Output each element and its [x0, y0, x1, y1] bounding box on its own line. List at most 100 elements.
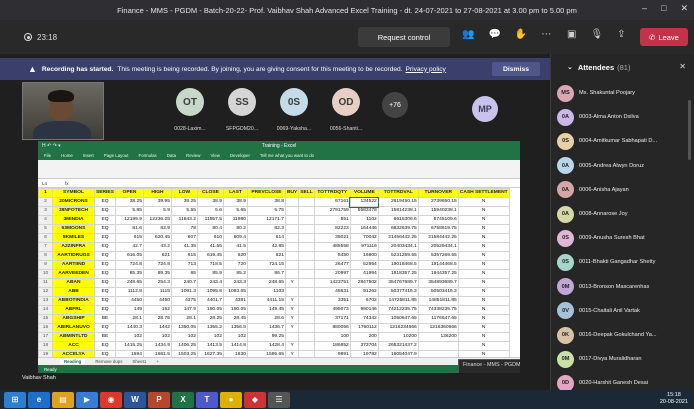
table-cell[interactable]: 14725811.85 [377, 296, 419, 306]
table-cell[interactable]: 724.8 [142, 260, 172, 270]
maximize-button[interactable]: □ [661, 3, 666, 14]
table-cell[interactable]: N [457, 197, 510, 207]
column-header[interactable]: OPEN [114, 188, 144, 198]
table-cell[interactable]: 240.7 [170, 278, 198, 288]
taskbar-app-icon[interactable]: ▤ [52, 391, 74, 408]
table-cell[interactable]: 551 [313, 215, 351, 225]
people-icon[interactable]: 👥 [462, 29, 474, 40]
table-cell[interactable]: EQ [94, 260, 116, 270]
table-cell[interactable]: N [457, 332, 510, 342]
table-cell[interactable]: 102 [222, 332, 248, 342]
table-cell[interactable]: 67161 [313, 197, 351, 207]
table-cell[interactable]: 136200 [417, 332, 459, 342]
table-cell[interactable]: N [457, 278, 510, 288]
table-cell[interactable]: 82223 [313, 224, 351, 234]
table-cell[interactable]: 724.15 [246, 260, 286, 270]
column-header[interactable]: SYMBOL [52, 188, 95, 198]
table-cell[interactable]: 12199.9 [114, 215, 144, 225]
more-options-icon[interactable]: ⋯ [541, 29, 551, 40]
table-cell[interactable]: 1413.5 [196, 341, 224, 351]
table-cell[interactable]: 74338235.75 [417, 305, 459, 315]
column-header[interactable]: SELL [298, 188, 315, 198]
table-cell[interactable]: 28.6 [246, 314, 286, 324]
table-cell[interactable]: EQ [94, 305, 116, 315]
symbol-cell[interactable]: ABIRLANUVO [52, 323, 95, 333]
table-cell[interactable]: 4381 [222, 296, 248, 306]
table-cell[interactable]: N [457, 341, 510, 351]
symbol-cell[interactable]: AARTIDRUGS [52, 251, 95, 261]
table-cell[interactable]: 495073 [313, 305, 351, 315]
table-cell[interactable]: 4411.15 [246, 296, 286, 306]
table-cell[interactable]: 2791759 [313, 206, 351, 216]
table-cell[interactable]: 620 [222, 251, 248, 261]
table-cell[interactable]: 6702 [349, 296, 379, 306]
table-cell[interactable]: 6745109.6 [417, 215, 459, 225]
table-cell[interactable]: 80.4 [196, 224, 224, 234]
table-cell[interactable]: 21456442.25 [377, 233, 419, 243]
table-cell[interactable]: 724.8 [114, 260, 144, 270]
table-cell[interactable]: 8450 [313, 251, 351, 261]
table-cell[interactable]: 1415.25 [114, 341, 144, 351]
table-cell[interactable]: 1112.8 [114, 287, 144, 297]
column-header[interactable]: TURNOVER [417, 188, 459, 198]
table-cell[interactable] [298, 296, 315, 306]
table-cell[interactable]: 41.5 [222, 242, 248, 252]
table-cell[interactable]: 5.75 [246, 206, 286, 216]
table-cell[interactable]: 85.9 [196, 269, 224, 279]
table-cell[interactable]: 1355.2 [196, 323, 224, 333]
table-cell[interactable]: 1944357.25 [417, 269, 459, 279]
camera-off-icon[interactable]: ▣ [567, 29, 576, 40]
table-cell[interactable]: 86.7 [246, 269, 286, 279]
column-header[interactable]: HIGH [142, 188, 172, 198]
table-cell[interactable]: 11957.5 [196, 215, 224, 225]
table-cell[interactable]: Y [284, 278, 300, 288]
table-cell[interactable]: 1103 [246, 287, 286, 297]
column-header[interactable]: VOLUME [349, 188, 379, 198]
table-cell[interactable]: N [457, 242, 510, 252]
table-cell[interactable]: 1216360666 [417, 323, 459, 333]
table-cell[interactable]: 164446 [349, 224, 379, 234]
table-cell[interactable]: EQ [94, 206, 116, 216]
table-cell[interactable]: 1406.25 [170, 341, 198, 351]
symbol-cell[interactable]: 3MINDIA [52, 215, 95, 225]
attendee-item[interactable]: 0A 0006-Anisha Ajayan [557, 179, 693, 201]
excel-menu-item[interactable]: File [44, 153, 51, 158]
table-cell[interactable]: 12236.25 [142, 215, 172, 225]
panel-scrollbar[interactable] [688, 100, 691, 160]
table-cell[interactable]: 616.05 [114, 251, 144, 261]
table-cell[interactable]: 4401.7 [196, 296, 224, 306]
table-cell[interactable]: 85.35 [114, 269, 144, 279]
table-cell[interactable]: 354893689.7 [417, 278, 459, 288]
table-cell[interactable]: 74342 [349, 314, 379, 324]
table-cell[interactable]: N [457, 269, 510, 279]
table-cell[interactable]: 243.4 [196, 278, 224, 288]
table-cell[interactable] [298, 233, 315, 243]
table-cell[interactable]: 5.9 [142, 206, 172, 216]
table-cell[interactable] [284, 287, 300, 297]
table-cell[interactable]: 150.05 [196, 305, 224, 315]
sheet-tab[interactable]: + [156, 359, 159, 364]
attendee-item[interactable]: 0A 0005-Andrea Alwyn Doruz [557, 155, 693, 177]
table-cell[interactable]: 1436.7 [246, 323, 286, 333]
table-cell[interactable]: 102 [142, 332, 172, 342]
table-cell[interactable]: 971116 [349, 242, 379, 252]
more-participants-button[interactable]: +76 [382, 92, 408, 118]
table-cell[interactable]: 610 [196, 233, 224, 243]
participant-tile[interactable]: OT 0028-Laxim... [170, 88, 210, 140]
table-cell[interactable]: 254.3 [142, 278, 172, 288]
table-cell[interactable]: 619.45 [196, 251, 224, 261]
table-cell[interactable]: 38.25 [170, 197, 198, 207]
table-cell[interactable]: EQ [94, 323, 116, 333]
table-cell[interactable] [298, 278, 315, 288]
table-cell[interactable] [298, 206, 315, 216]
attendee-item[interactable]: 0V 0015-Chaitali Anil Vartak [557, 300, 693, 322]
table-cell[interactable]: 26477 [313, 260, 351, 270]
table-cell[interactable]: 89.35 [142, 269, 172, 279]
table-cell[interactable]: 1102 [349, 215, 379, 225]
table-cell[interactable]: 80.2 [222, 224, 248, 234]
table-cell[interactable]: 4450 [142, 296, 172, 306]
table-cell[interactable]: 10200 [377, 332, 419, 342]
table-cell[interactable]: Y [284, 323, 300, 333]
leave-button[interactable]: ✆ Leave [640, 28, 688, 46]
excel-menu-item[interactable]: Home [61, 153, 73, 158]
